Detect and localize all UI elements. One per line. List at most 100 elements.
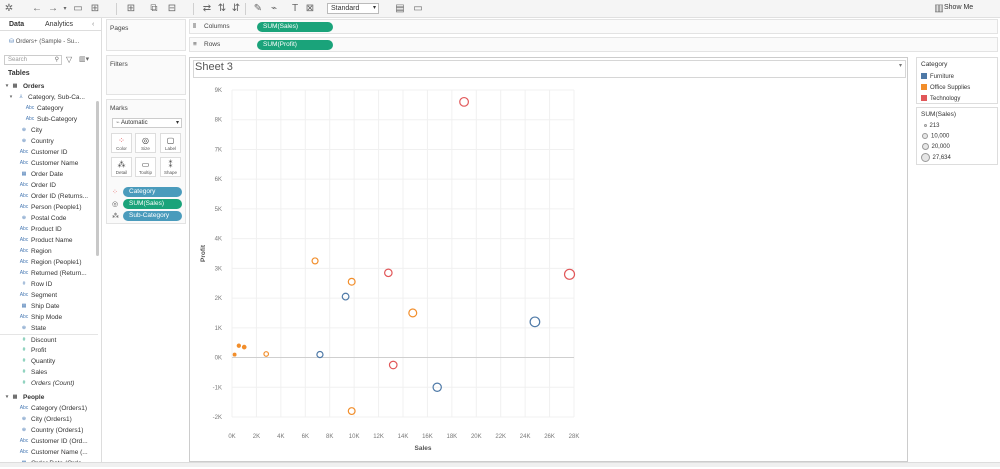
table-group-label: Orders (23, 83, 45, 90)
field-item[interactable]: ⊕ Country (0, 136, 98, 147)
presentation-mode-icon[interactable]: ▭ (412, 3, 424, 15)
color-encoding-icon: ⁘ (112, 189, 118, 196)
field-item[interactable]: ⅄ Category, Sub-Ca... ▾ (0, 92, 98, 103)
highlight-icon[interactable]: ✎ (252, 3, 264, 15)
clear-sheet-icon[interactable]: ⊟ (166, 3, 178, 15)
tab-analytics[interactable]: Analytics (45, 21, 73, 28)
field-item[interactable]: Abc Product Name (0, 235, 98, 246)
field-item[interactable]: Abc Order ID (Returns... (0, 191, 98, 202)
field-item[interactable]: Abc Returned (Return... (0, 268, 98, 279)
field-item[interactable]: Abc Region (0, 246, 98, 257)
marks-pill-category[interactable]: Category (123, 187, 182, 197)
field-item[interactable]: ▦ Ship Date (0, 301, 98, 312)
field-item[interactable]: Abc Category (Orders1) (0, 403, 98, 414)
sort-descending-icon[interactable]: ⇵ (230, 3, 242, 15)
legend-item[interactable]: Technology (921, 95, 960, 102)
detail-button[interactable]: ⁂ Detail (111, 157, 132, 177)
show-cards-icon[interactable]: ▤ (394, 3, 406, 15)
view-options-icon[interactable]: ▥▾ (79, 55, 89, 63)
field-item[interactable]: Abc Region (People1) (0, 257, 98, 268)
size-button[interactable]: ◎ Size (135, 133, 156, 153)
detail-label: Detail (115, 170, 128, 175)
legend-swatch (921, 95, 927, 101)
columns-shelf[interactable]: ⦀ Columns SUM(Sales) (189, 19, 998, 34)
table-group-people[interactable]: ▾ ▦ People (0, 392, 98, 403)
field-item[interactable]: ⊕ City (0, 125, 98, 136)
rows-pill[interactable]: SUM(Profit) (257, 40, 333, 50)
field-item[interactable]: # Row ID (0, 279, 98, 290)
field-item[interactable]: Abc Customer ID (0, 147, 98, 158)
filters-shelf[interactable]: Filters (106, 55, 186, 95)
redo-icon[interactable]: → (47, 3, 59, 15)
tab-data[interactable]: Data (9, 21, 24, 28)
field-item[interactable]: ⊕ City (Orders1) (0, 414, 98, 425)
marks-pill-sum-sales[interactable]: SUM(Sales) (123, 199, 182, 209)
legend-label: Office Supplies (930, 85, 971, 91)
field-label: Product Name (31, 237, 73, 244)
undo-icon[interactable]: ← (31, 3, 43, 15)
field-item[interactable]: # Discount (0, 334, 98, 345)
field-item[interactable]: Abc Customer Name (... (0, 447, 98, 458)
field-label: Person (People1) (31, 204, 82, 211)
fit-select-value: Standard (331, 5, 360, 12)
dropdown-icon[interactable]: ▾ (59, 3, 71, 15)
tooltip-button[interactable]: ▭ Tooltip (135, 157, 156, 177)
columns-pill[interactable]: SUM(Sales) (257, 22, 333, 32)
scatter-point (341, 292, 350, 301)
fix-axes-icon[interactable]: ⊠ (304, 3, 316, 15)
rows-shelf[interactable]: ≡ Rows SUM(Profit) (189, 37, 998, 52)
field-item[interactable]: Abc Person (People1) (0, 202, 98, 213)
field-item[interactable]: # Orders (Count) (0, 378, 98, 389)
mark-type-select[interactable]: ⌁ Automatic ▾ (112, 118, 182, 128)
data-source-label[interactable]: ⛁ Orders+ (Sample - Su... (9, 38, 79, 45)
scrollbar[interactable] (96, 101, 99, 256)
field-item[interactable]: ⊕ Postal Code (0, 213, 98, 224)
filter-icon[interactable]: ▽ (66, 55, 72, 64)
field-label: Order ID (31, 182, 56, 189)
group-icon[interactable]: ⌁ (268, 3, 280, 15)
scatter-point (316, 350, 324, 359)
new-worksheet-icon[interactable]: ⊞ (125, 3, 137, 15)
field-label: Product ID (31, 226, 62, 233)
field-item[interactable]: Abc Sub-Category (0, 114, 98, 125)
field-item[interactable]: Abc Customer Name (0, 158, 98, 169)
field-item[interactable]: # Profit (0, 345, 98, 356)
table-group-orders[interactable]: ▾ ▦ Orders (0, 81, 98, 92)
field-item[interactable]: Abc Product ID (0, 224, 98, 235)
duplicate-sheet-icon[interactable]: ⧉ (148, 3, 160, 15)
new-datasource-icon[interactable]: ⊞ (89, 3, 101, 15)
field-label: Category (Orders1) (31, 405, 87, 412)
marks-pill-sub-category[interactable]: Sub-Category (123, 211, 182, 221)
field-item[interactable]: ⊕ State (0, 323, 98, 334)
show-me-button[interactable]: Show Me (944, 4, 973, 11)
field-item[interactable]: Abc Ship Mode (0, 312, 98, 323)
swap-axes-icon[interactable]: ⇄ (201, 3, 213, 15)
sheet-tabs-bar[interactable] (0, 462, 1000, 467)
sort-ascending-icon[interactable]: ⇅ (216, 3, 228, 15)
collapse-pane-icon[interactable]: ‹ (92, 21, 94, 28)
field-item[interactable]: # Sales (0, 367, 98, 378)
pages-shelf[interactable]: Pages (106, 19, 186, 51)
field-item[interactable]: Abc Segment (0, 290, 98, 301)
globe-icon: ⊕ (21, 127, 27, 133)
fit-select[interactable]: Standard ▾ (327, 3, 379, 14)
tableau-logo-icon[interactable]: ✲ (3, 3, 15, 15)
x-tick-label: 14K (398, 434, 409, 440)
show-labels-icon[interactable]: T (289, 3, 301, 15)
color-button[interactable]: ⁘ Color (111, 133, 132, 153)
chevron-down-icon[interactable]: ▾ (5, 92, 17, 103)
label-button[interactable]: ▢ Label (160, 133, 181, 153)
search-input[interactable]: Search ⚲ (4, 55, 62, 65)
field-item[interactable]: # Quantity (0, 356, 98, 367)
field-item[interactable]: Abc Category (0, 103, 98, 114)
field-item[interactable]: Abc Customer ID (Ord... (0, 436, 98, 447)
mark-type-value: Automatic (120, 120, 148, 126)
field-item[interactable]: ▦ Order Date (0, 169, 98, 180)
legend-item[interactable]: Office Supplies (921, 84, 970, 91)
field-item[interactable]: Abc Order ID (0, 180, 98, 191)
save-icon[interactable]: ▭ (72, 3, 84, 15)
field-item[interactable]: ⊕ Country (Orders1) (0, 425, 98, 436)
legend-item[interactable]: Furniture (921, 73, 954, 80)
shape-button[interactable]: ⁑ Shape (160, 157, 181, 177)
y-tick-label: 1K (215, 326, 222, 332)
